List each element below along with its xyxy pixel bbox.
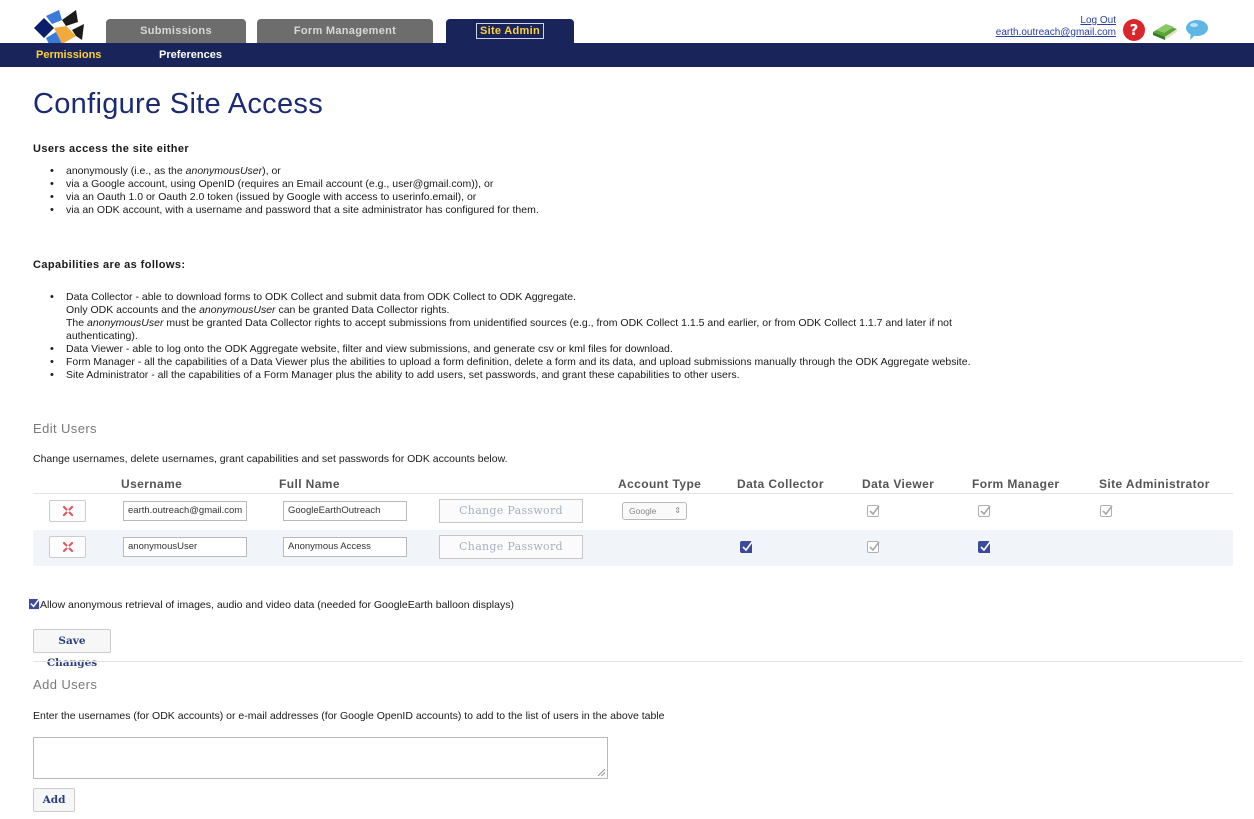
form-manager-checkbox[interactable] [978,541,991,553]
delete-icon [62,505,74,517]
tab-submissions[interactable]: Submissions [106,19,246,43]
edit-users-title: Edit Users [33,421,97,436]
account-type-value: Google [629,506,657,516]
list-item: via a Google account, using OpenID (requ… [50,178,539,191]
feedback-icon[interactable] [1184,18,1210,42]
resize-handle-icon[interactable] [598,769,605,776]
italic-text: anonymousUser [87,317,164,329]
sub-navigation-bar: Permissions Preferences [0,43,1254,67]
list-item: via an Oauth 1.0 or Oauth 2.0 token (iss… [50,191,539,204]
text: must be granted Data Collector rights to… [163,317,952,329]
list-item: via an ODK account, with a username and … [50,204,539,217]
text: can be granted Data Collector rights. [275,304,450,316]
italic-text: anonymousUser [199,304,276,316]
full-name-input[interactable]: Anonymous Access [283,537,407,557]
add-users-textarea[interactable] [33,737,608,779]
delete-user-button[interactable] [49,536,86,558]
save-changes-button[interactable]: Save Changes [33,629,111,669]
book-icon[interactable] [1152,18,1178,42]
checkmark-icon [980,505,991,516]
anonymous-retrieval-option: Allow anonymous retrieval of images, aud… [29,599,514,611]
column-header-data-viewer: Data Viewer [862,477,935,491]
add-button[interactable]: Add [33,788,75,812]
text: ), or [262,165,281,177]
username-input[interactable]: anonymousUser [123,537,247,557]
user-info: Log Out earth.outreach@gmail.com [996,15,1116,39]
username-input[interactable]: earth.outreach@gmail.com [123,501,247,521]
table-row: earth.outreach@gmail.com GoogleEarthOutr… [33,494,1233,530]
text-line: The anonymousUser must be granted Data C… [66,317,1213,330]
capabilities-heading: Capabilities are as follows: [33,259,186,271]
tab-label: Submissions [140,25,212,37]
anonymous-retrieval-label: Allow anonymous retrieval of images, aud… [40,599,514,611]
list-item: anonymously (i.e., as the anonymousUser)… [50,165,539,178]
table-row: anonymousUser Anonymous Access Change Pa… [33,530,1233,566]
checkmark-icon [869,541,880,552]
list-item-data-viewer: Data Viewer - able to log onto the ODK A… [50,343,1213,356]
user-email-link[interactable]: earth.outreach@gmail.com [996,27,1116,39]
checkmark-icon [869,505,880,516]
list-item-form-manager: Form Manager - all the capabilities of a… [50,356,1213,369]
column-header-username: Username [121,477,183,491]
subtab-permissions[interactable]: Permissions [36,49,101,61]
capabilities-list: Data Collector - able to download forms … [33,291,1213,382]
text: Data Collector - able to download forms … [66,291,577,303]
delete-icon [62,541,74,553]
change-password-button[interactable]: Change Password [439,535,583,559]
section-divider [33,661,1243,662]
subtab-preferences[interactable]: Preferences [159,49,222,61]
checkmark-icon [741,541,753,553]
column-header-account-type: Account Type [618,477,702,491]
tab-site-admin[interactable]: Site Admin [446,19,574,43]
data-viewer-checkbox[interactable] [867,541,880,553]
data-viewer-checkbox[interactable] [867,505,880,517]
help-icon[interactable]: ? [1121,18,1147,42]
full-name-input[interactable]: GoogleEarthOutreach [283,501,407,521]
delete-user-button[interactable] [49,500,86,522]
italic-text: anonymousUser [185,165,263,177]
text: authenticating). [66,330,138,342]
data-collector-checkbox[interactable] [740,541,753,553]
odk-logo[interactable] [32,10,86,46]
checkmark-icon [1102,505,1113,516]
text: The [66,317,88,329]
column-header-data-collector: Data Collector [737,477,824,491]
add-users-title: Add Users [33,677,98,692]
logout-link[interactable]: Log Out [996,15,1116,27]
page-title: Configure Site Access [33,88,323,120]
text: Only ODK accounts and the [66,304,200,316]
access-heading: Users access the site either [33,143,190,155]
edit-users-description: Change usernames, delete usernames, gran… [33,453,508,465]
account-type-select[interactable]: Google ⇕ [622,502,687,520]
select-arrow-icon: ⇕ [674,506,681,515]
column-header-site-administrator: Site Administrator [1099,477,1210,491]
list-item-data-collector: Data Collector - able to download forms … [50,291,1213,343]
app-header: Submissions Form Management Site Admin L… [0,0,1254,68]
column-header-form-manager: Form Manager [972,477,1060,491]
column-header-full-name: Full Name [279,477,340,491]
access-list: anonymously (i.e., as the anonymousUser)… [33,165,539,217]
change-password-button[interactable]: Change Password [439,499,583,523]
text: anonymously (i.e., as the [66,165,186,177]
tab-label: Site Admin [475,23,545,39]
checkmark-icon [979,541,991,553]
form-manager-checkbox[interactable] [978,505,991,517]
list-item-site-administrator: Site Administrator - all the capabilitie… [50,369,1213,382]
anonymous-retrieval-checkbox[interactable] [29,599,40,610]
svg-text:?: ? [1130,21,1139,39]
site-administrator-checkbox[interactable] [1100,505,1113,517]
add-users-description: Enter the usernames (for ODK accounts) o… [33,710,665,722]
checkmark-icon [29,599,40,610]
tab-label: Form Management [293,25,397,37]
tab-form-management[interactable]: Form Management [257,19,433,43]
text-line: Only ODK accounts and the anonymousUser … [66,304,1213,317]
